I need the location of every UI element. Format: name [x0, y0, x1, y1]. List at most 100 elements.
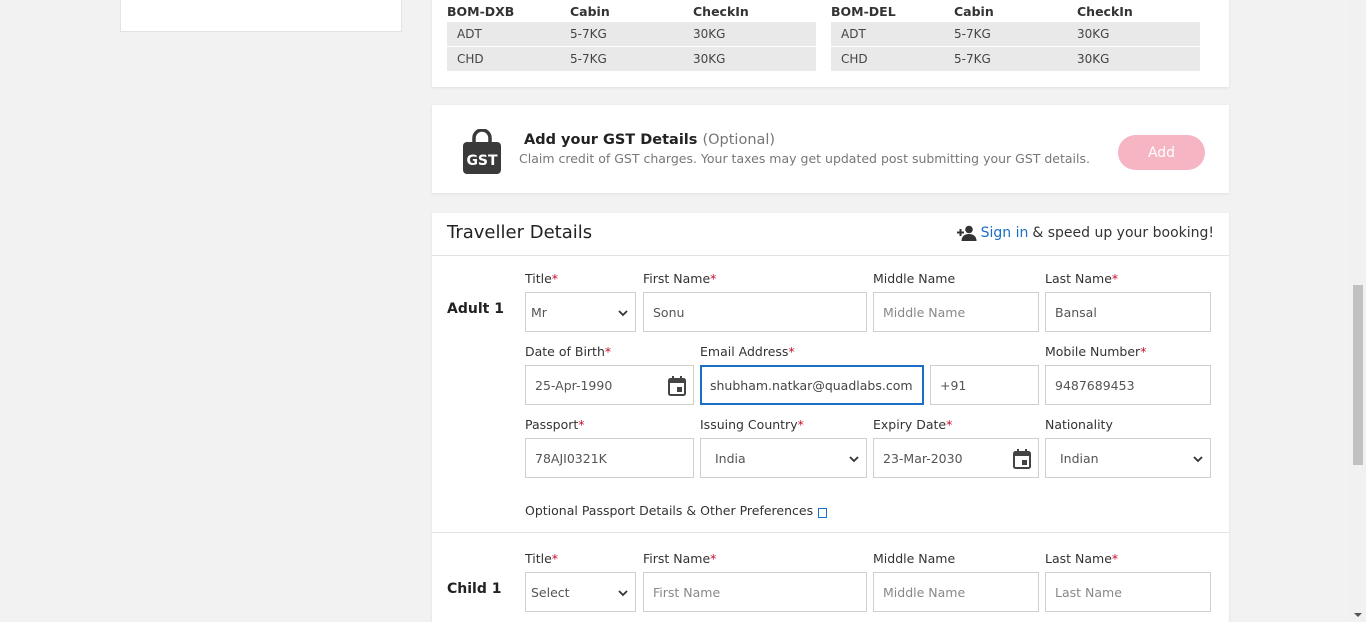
- add-person-icon: [956, 225, 977, 241]
- baggage-table-bom-del: BOM-DEL Cabin CheckIn ADT 5-7KG 30KG CHD…: [831, 0, 1200, 72]
- signin-prompt: Sign in & speed up your booking!: [956, 225, 1214, 241]
- checkin-allowance: 30KG: [1077, 52, 1110, 66]
- checkin-header: CheckIn: [693, 3, 749, 19]
- middle-name-input[interactable]: Middle Name: [873, 292, 1039, 332]
- country-code-field: +91: [930, 345, 1039, 405]
- field-label: Expiry Date*: [873, 417, 953, 432]
- child-last-name-input[interactable]: Last Name: [1045, 572, 1211, 612]
- title-select[interactable]: Mr: [525, 292, 636, 332]
- signin-suffix: & speed up your booking!: [1032, 225, 1214, 241]
- field-label: [930, 345, 1039, 365]
- child-middle-name-input[interactable]: Middle Name: [873, 572, 1039, 612]
- cabin-allowance: 5-7KG: [570, 52, 607, 66]
- optional-preferences-toggle[interactable]: Optional Passport Details & Other Prefer…: [525, 503, 828, 518]
- child-first-name-field: First Name* First Name: [643, 552, 867, 612]
- page-scrollbar[interactable]: [1349, 0, 1366, 622]
- last-name-input[interactable]: Bansal: [1045, 292, 1211, 332]
- baggage-table-bom-dxb: BOM-DXB Cabin CheckIn ADT 5-7KG 30KG CHD…: [447, 0, 816, 72]
- table-row: ADT 5-7KG 30KG: [447, 22, 816, 46]
- table-row: CHD 5-7KG 30KG: [447, 47, 816, 71]
- baggage-table-header: BOM-DXB Cabin CheckIn: [447, 0, 816, 22]
- adult-dob-field: Date of Birth* 25-Apr-1990: [525, 345, 694, 405]
- field-label: Mobile Number*: [1045, 344, 1147, 359]
- field-label: Last Name*: [1045, 271, 1119, 286]
- gst-title-text: Add your GST Details: [524, 132, 698, 148]
- adult-mobile-field: Mobile Number* 9487689453: [1045, 345, 1211, 405]
- gst-subtitle: Claim credit of GST charges. Your taxes …: [519, 151, 1090, 166]
- cabin-allowance: 5-7KG: [570, 27, 607, 41]
- dob-input[interactable]: 25-Apr-1990: [525, 365, 694, 405]
- email-input[interactable]: shubham.natkar@quadlabs.com: [700, 365, 924, 405]
- calendar-icon[interactable]: [1013, 449, 1031, 469]
- signin-link[interactable]: Sign in: [981, 225, 1029, 241]
- child-last-name-field: Last Name* Last Name: [1045, 552, 1211, 612]
- field-label: Last Name*: [1045, 551, 1119, 566]
- child-title-field: Title* Select: [525, 552, 636, 612]
- page-title: Traveller Details: [447, 222, 593, 243]
- adult-title-field: Title* Mr: [525, 272, 636, 332]
- adult-expiry-field: Expiry Date* 23-Mar-2030: [873, 418, 1039, 478]
- adult-middle-name-field: Middle Name Middle Name: [873, 272, 1039, 332]
- gst-details-card: GST Add your GST Details (Optional) Clai…: [432, 105, 1229, 193]
- traveller-header: Traveller Details Sign in & speed up you…: [432, 213, 1229, 256]
- chevron-down-icon: [618, 310, 628, 317]
- issuing-country-select[interactable]: India: [700, 438, 867, 478]
- country-code-input[interactable]: +91: [930, 365, 1039, 405]
- field-label: Issuing Country*: [700, 417, 804, 432]
- adult-email-field: Email Address* shubham.natkar@quadlabs.c…: [700, 345, 924, 405]
- adult-last-name-field: Last Name* Bansal: [1045, 272, 1211, 332]
- calendar-icon[interactable]: [668, 376, 686, 396]
- pax-type: CHD: [841, 52, 868, 66]
- field-label: Title*: [525, 271, 559, 286]
- expand-checkbox-icon[interactable]: [818, 507, 828, 518]
- expiry-date-input[interactable]: 23-Mar-2030: [873, 438, 1039, 478]
- adult-issuing-country-field: Issuing Country* India: [700, 418, 867, 478]
- gst-optional-text: (Optional): [702, 132, 776, 148]
- gst-title: Add your GST Details (Optional): [524, 132, 775, 148]
- cabin-header: Cabin: [570, 3, 610, 19]
- gst-icon-text: GST: [466, 153, 498, 169]
- checkin-allowance: 30KG: [1077, 27, 1110, 41]
- checkin-header: CheckIn: [1077, 3, 1133, 19]
- child-title-select[interactable]: Select: [525, 572, 636, 612]
- field-label: First Name*: [643, 551, 717, 566]
- field-label: Middle Name: [873, 551, 956, 566]
- first-name-input[interactable]: Sonu: [643, 292, 867, 332]
- adult-label: Adult 1: [447, 301, 504, 317]
- chevron-down-icon: [849, 456, 859, 463]
- divider: [432, 532, 1229, 533]
- child-label: Child 1: [447, 581, 502, 597]
- table-row: ADT 5-7KG 30KG: [831, 22, 1200, 46]
- gst-bag-icon: GST: [463, 129, 501, 174]
- scrollbar-thumb[interactable]: [1353, 285, 1363, 465]
- adult-passport-field: Passport* 78AJI0321K: [525, 418, 694, 478]
- baggage-info-card: BOM-DXB Cabin CheckIn ADT 5-7KG 30KG CHD…: [432, 0, 1229, 87]
- route-header: BOM-DXB: [447, 3, 515, 19]
- field-label: First Name*: [643, 271, 717, 286]
- field-label: Nationality: [1045, 417, 1113, 432]
- cabin-allowance: 5-7KG: [954, 27, 991, 41]
- field-label: Email Address*: [700, 344, 795, 359]
- add-gst-button[interactable]: Add: [1118, 135, 1205, 170]
- passport-input[interactable]: 78AJI0321K: [525, 438, 694, 478]
- route-header: BOM-DEL: [831, 3, 896, 19]
- adult-nationality-field: Nationality Indian: [1045, 418, 1211, 478]
- pax-type: ADT: [457, 27, 482, 41]
- mobile-input[interactable]: 9487689453: [1045, 365, 1211, 405]
- optional-preferences-label: Optional Passport Details & Other Prefer…: [525, 503, 814, 518]
- child-first-name-input[interactable]: First Name: [643, 572, 867, 612]
- chevron-down-icon: [618, 590, 628, 597]
- nationality-select[interactable]: Indian: [1045, 438, 1211, 478]
- field-label: Middle Name: [873, 271, 956, 286]
- checkin-allowance: 30KG: [693, 27, 726, 41]
- chevron-down-icon: [1193, 456, 1203, 463]
- field-label: Title*: [525, 551, 559, 566]
- child-middle-name-field: Middle Name Middle Name: [873, 552, 1039, 612]
- pax-type: CHD: [457, 52, 484, 66]
- scroll-down-arrow-icon[interactable]: [1354, 613, 1362, 617]
- pax-type: ADT: [841, 27, 866, 41]
- table-row: CHD 5-7KG 30KG: [831, 47, 1200, 71]
- field-label: Date of Birth*: [525, 344, 612, 359]
- field-label: Passport*: [525, 417, 585, 432]
- fare-summary-card: [120, 0, 402, 32]
